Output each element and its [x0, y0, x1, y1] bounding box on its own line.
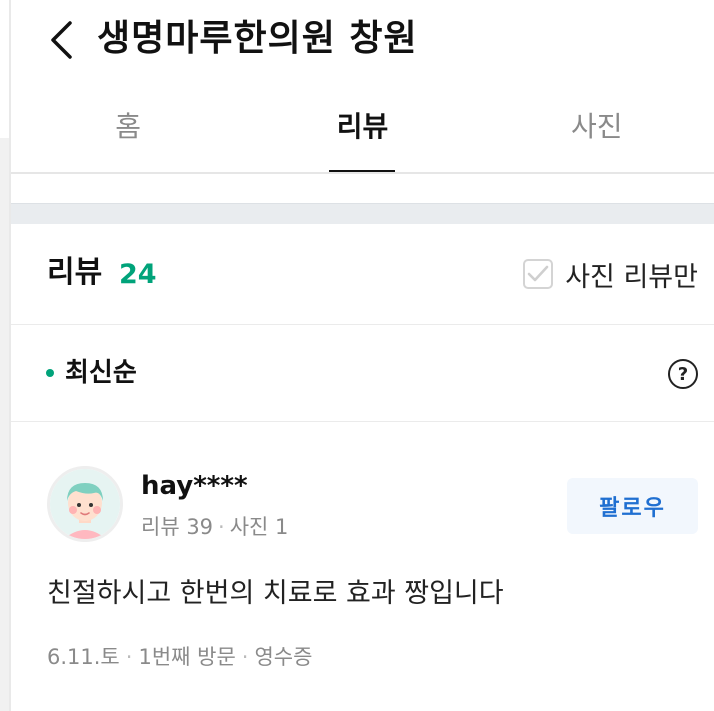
photo-reviews-only-toggle[interactable]: 사진 리뷰만: [523, 254, 698, 294]
page-title: 생명마루한의원 창원: [97, 18, 418, 59]
checkmark-icon: [527, 265, 549, 282]
separator-dot: ·: [241, 645, 249, 669]
section-separator: [11, 203, 714, 224]
follow-button[interactable]: 팔로우: [567, 478, 698, 534]
tab-bar: 홈 리뷰 사진: [11, 94, 714, 174]
help-symbol: ?: [677, 363, 689, 385]
review-text: 친절하시고 한번의 치료로 효과 짱입니다: [47, 578, 504, 609]
tab-reviews-label: 리뷰: [336, 110, 389, 143]
review-item: hay**** 리뷰 39 · 사진 1 팔로우 친절하시고 한번의 치료로 효과 …: [11, 422, 714, 711]
edge-background: [0, 138, 9, 711]
place-reviews-panel: 생명마루한의원 창원 홈 리뷰 사진 리뷰 24 사진 리뷰만 최신순 ? ha…: [11, 0, 714, 711]
receipt-label: 영수증: [254, 645, 313, 669]
avatar-illustration: [50, 469, 120, 539]
separator-dot: ·: [218, 515, 225, 539]
tab-home[interactable]: 홈: [11, 94, 245, 174]
tab-photos[interactable]: 사진: [480, 94, 714, 174]
follow-button-label: 팔로우: [599, 496, 666, 521]
separator-dot: ·: [125, 645, 133, 669]
reviewer-review-count: 리뷰 39: [141, 515, 214, 539]
tab-home-label: 홈: [115, 110, 142, 143]
tab-bar-divider: [11, 172, 714, 174]
browser-edge: [0, 0, 11, 711]
sort-latest[interactable]: 최신순: [65, 349, 137, 397]
photo-reviews-only-checkbox[interactable]: [523, 259, 554, 289]
sort-bar: 최신순 ?: [11, 325, 714, 422]
sort-indicator-dot: [46, 369, 54, 377]
question-icon[interactable]: ?: [668, 359, 698, 389]
back-button[interactable]: [41, 18, 81, 62]
review-count: 24: [119, 259, 157, 290]
reviewer-nickname[interactable]: hay****: [141, 466, 248, 506]
visit-date: 6.11.토: [47, 645, 120, 669]
avatar[interactable]: [47, 466, 123, 542]
visit-count: 1번째 방문: [138, 645, 236, 669]
review-section-title: 리뷰: [47, 255, 103, 290]
review-section-header: 리뷰 24 사진 리뷰만: [11, 224, 714, 325]
top-header: 생명마루한의원 창원: [11, 0, 714, 80]
back-arrow-icon: [51, 21, 72, 59]
reviewer-photo-count: 사진 1: [229, 515, 289, 539]
page: 생명마루한의원 창원 홈 리뷰 사진 리뷰 24 사진 리뷰만 최신순 ? ha…: [0, 0, 714, 711]
tab-photos-label: 사진: [571, 110, 623, 143]
photo-reviews-only-label: 사진 리뷰만: [565, 261, 698, 293]
tab-reviews[interactable]: 리뷰: [245, 94, 479, 174]
visit-info: 6.11.토 · 1번째 방문 · 영수증: [47, 640, 312, 674]
reviewer-stats: 리뷰 39 · 사진 1: [141, 510, 288, 544]
